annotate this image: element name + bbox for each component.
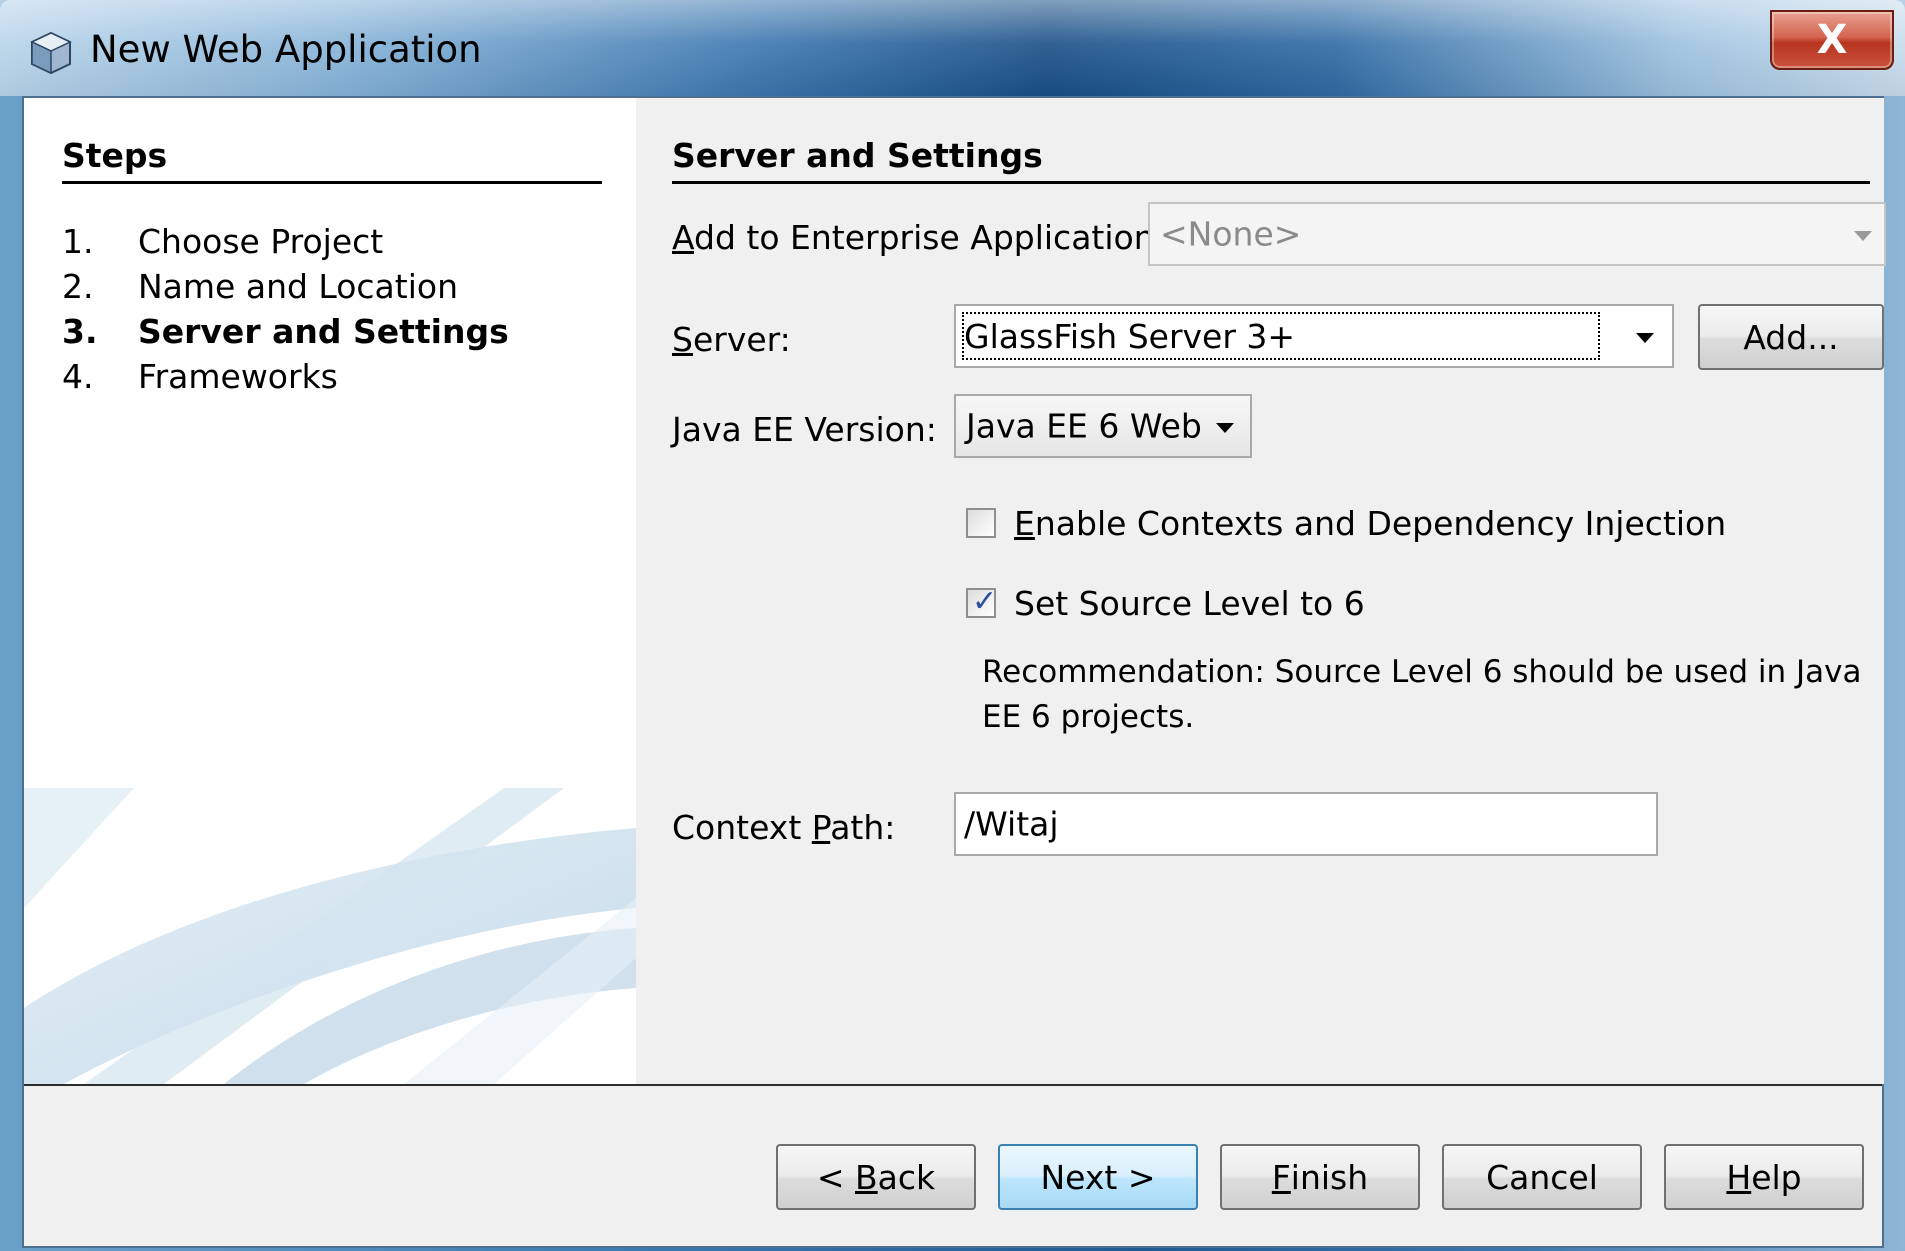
source-level-checkbox[interactable]: ✓ <box>966 584 997 619</box>
javaee-version-select[interactable]: Java EE 6 Web <box>954 394 1252 458</box>
window-title: New Web Application <box>90 28 482 71</box>
dialog-window: New Web Application X Steps 1. Choose Pro… <box>0 0 1905 1251</box>
cdi-checkbox[interactable] <box>966 508 996 538</box>
javaee-version-label: Java EE Version: <box>672 410 937 449</box>
server-label: Server: <box>672 320 791 359</box>
dialog-body: Steps 1. Choose Project 2. Name and Locati… <box>22 96 1886 1248</box>
chevron-down-icon <box>1854 231 1872 241</box>
back-button[interactable]: < Back <box>776 1144 976 1210</box>
cube-icon <box>30 31 72 75</box>
enterprise-app-select[interactable]: <None> <box>1148 202 1886 266</box>
cdi-label[interactable]: Enable Contexts and Dependency Injection <box>1014 504 1726 543</box>
server-select[interactable]: GlassFish Server 3+ <box>954 304 1674 368</box>
step-item-1: 1. Choose Project <box>62 222 384 261</box>
add-server-button[interactable]: Add... <box>1698 304 1884 370</box>
button-bar-separator <box>24 1084 1882 1086</box>
next-button[interactable]: Next > <box>998 1144 1198 1210</box>
context-path-input[interactable]: /Witaj <box>954 792 1658 856</box>
checkmark-icon: ✓ <box>972 584 998 619</box>
source-level-label[interactable]: Set Source Level to 6 <box>1014 584 1365 623</box>
step-item-4: 4. Frameworks <box>62 357 338 396</box>
chevron-down-icon <box>1216 423 1234 433</box>
finish-button[interactable]: Finish <box>1220 1144 1420 1210</box>
close-button[interactable]: X <box>1770 10 1894 70</box>
help-button[interactable]: Help <box>1664 1144 1864 1210</box>
step-item-2: 2. Name and Location <box>62 267 458 306</box>
step-item-3-active: 3. Server and Settings <box>62 312 509 351</box>
steps-title: Steps <box>62 136 602 184</box>
recommendation-text: Recommendation: Source Level 6 should be… <box>982 654 1862 735</box>
settings-panel: Server and Settings Add to Enterprise Ap… <box>636 98 1886 1084</box>
section-title: Server and Settings <box>672 136 1870 184</box>
decorative-swoosh <box>24 788 636 1084</box>
context-path-label: Context Path: <box>672 808 896 847</box>
steps-panel: Steps 1. Choose Project 2. Name and Locati… <box>24 98 636 1084</box>
chevron-down-icon <box>1636 333 1654 343</box>
enterprise-app-label: Add to Enterprise Application: <box>672 218 1166 257</box>
close-icon: X <box>1816 17 1848 63</box>
title-bar[interactable]: New Web Application X <box>0 0 1905 96</box>
cancel-button[interactable]: Cancel <box>1442 1144 1642 1210</box>
